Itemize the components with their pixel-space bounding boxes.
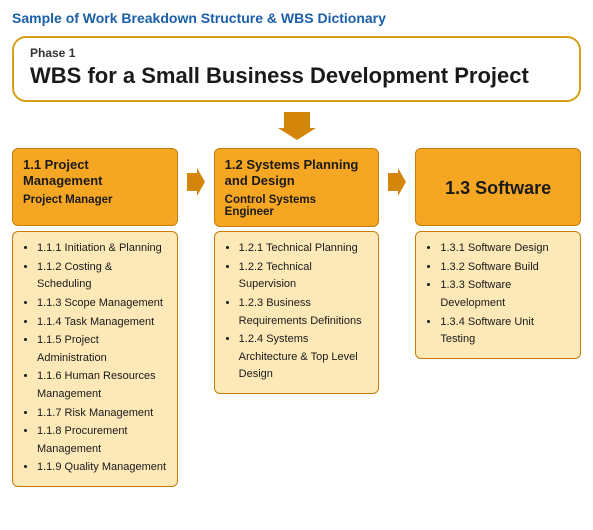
- col2-body: 1.2.1 Technical Planning 1.2.2 Technical…: [214, 231, 380, 394]
- list-item: 1.1.1 Initiation & Planning: [37, 240, 167, 258]
- list-item: 1.2.1 Technical Planning: [239, 240, 369, 258]
- col1-title: 1.1 Project Management: [23, 157, 167, 191]
- list-item: 1.3.4 Software Unit Testing: [440, 314, 570, 349]
- list-item: 1.2.2 Technical Supervision: [239, 259, 369, 294]
- list-item: 1.1.3 Scope Management: [37, 295, 167, 313]
- main-title: WBS for a Small Business Development Pro…: [30, 62, 563, 90]
- list-item: 1.1.7 Risk Management: [37, 405, 167, 423]
- list-item: 1.3.1 Software Design: [440, 240, 570, 258]
- arrow-right-1: [186, 148, 206, 196]
- col3-body: 1.3.1 Software Design 1.3.2 Software Bui…: [415, 231, 581, 359]
- phase-label: Phase 1: [30, 46, 563, 60]
- list-item: 1.1.9 Quality Management: [37, 459, 167, 477]
- arrow-right-2: [387, 148, 407, 196]
- col3-title: 1.3 Software: [445, 174, 551, 199]
- col1-body: 1.1.1 Initiation & Planning 1.1.2 Costin…: [12, 231, 178, 487]
- col1-header: 1.1 Project Management Project Manager: [12, 148, 178, 226]
- col1-list: 1.1.1 Initiation & Planning 1.1.2 Costin…: [23, 240, 167, 477]
- list-item: 1.1.4 Task Management: [37, 314, 167, 332]
- col3-header: 1.3 Software: [415, 148, 581, 226]
- col2-title: 1.2 Systems Planning and Design: [225, 157, 369, 191]
- down-arrow: [12, 112, 581, 140]
- list-item: 1.2.3 Business Requirements Definitions: [239, 295, 369, 330]
- list-item: 1.1.6 Human Resources Management: [37, 368, 167, 403]
- list-item: 1.3.3 Software Development: [440, 277, 570, 312]
- col2: 1.2 Systems Planning and Design Control …: [214, 148, 380, 228]
- body-row: 1.1.1 Initiation & Planning 1.1.2 Costin…: [12, 231, 581, 487]
- list-item: 1.1.8 Procurement Management: [37, 423, 167, 458]
- page-title: Sample of Work Breakdown Structure & WBS…: [12, 10, 581, 26]
- col3-list: 1.3.1 Software Design 1.3.2 Software Bui…: [426, 240, 570, 349]
- col3: 1.3 Software: [415, 148, 581, 226]
- main-box: Phase 1 WBS for a Small Business Develop…: [12, 36, 581, 102]
- columns-container: 1.1 Project Management Project Manager 1…: [12, 148, 581, 228]
- list-item: 1.1.5 Project Administration: [37, 332, 167, 367]
- list-item: 1.1.2 Costing & Scheduling: [37, 259, 167, 294]
- col2-sub: Control Systems Engineer: [225, 194, 369, 218]
- col2-header: 1.2 Systems Planning and Design Control …: [214, 148, 380, 228]
- list-item: 1.2.4 Systems Architecture & Top Level D…: [239, 331, 369, 384]
- col2-list: 1.2.1 Technical Planning 1.2.2 Technical…: [225, 240, 369, 384]
- col1: 1.1 Project Management Project Manager: [12, 148, 178, 226]
- col1-sub: Project Manager: [23, 194, 167, 206]
- list-item: 1.3.2 Software Build: [440, 259, 570, 277]
